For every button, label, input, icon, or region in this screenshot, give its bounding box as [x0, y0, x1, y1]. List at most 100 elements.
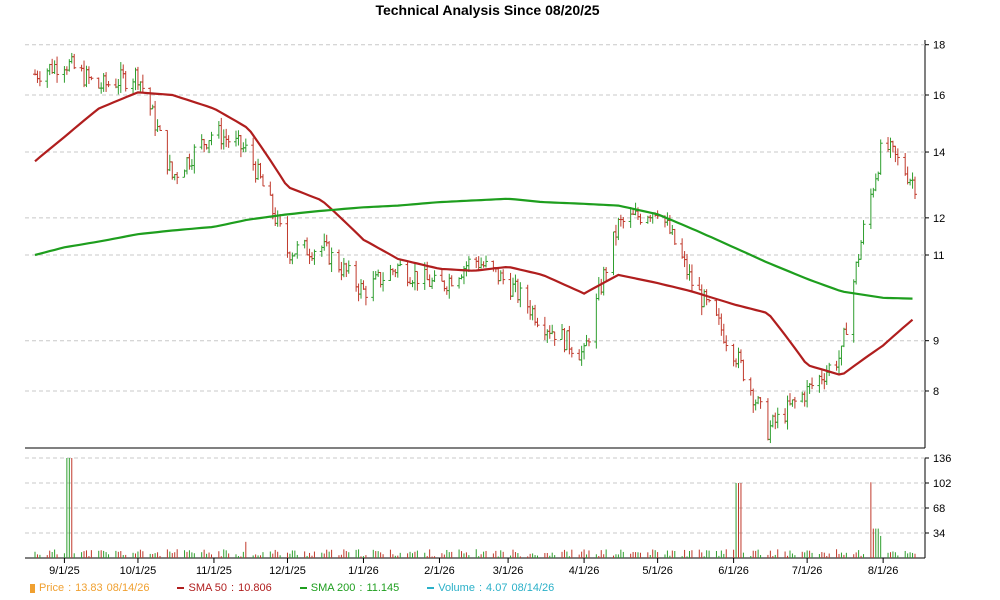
x-tick-label: 5/1/26 [642, 565, 673, 577]
price-bar [89, 76, 94, 81]
price-bar [618, 214, 623, 227]
price-bar [86, 66, 91, 84]
price-bar [55, 56, 60, 83]
price-bar [346, 260, 351, 274]
price-bar [62, 66, 67, 83]
price-bar [189, 159, 194, 170]
price-bar [638, 213, 643, 225]
price-bar [913, 176, 917, 199]
price-bar [716, 308, 721, 325]
price-bar [790, 399, 795, 407]
price-bar [175, 172, 180, 185]
x-tick-label: 8/1/26 [868, 565, 899, 577]
price-bar [547, 325, 552, 339]
price-bar [37, 71, 42, 87]
price-bar [199, 134, 204, 150]
price-bar [295, 241, 300, 259]
price-bar [687, 264, 692, 281]
price-bar [810, 377, 815, 390]
price-bar [118, 62, 123, 93]
price-bar [430, 277, 435, 289]
price-bar [339, 261, 344, 281]
volume-tick-label: 136 [933, 453, 951, 465]
legend-sma200-name: SMA 200 [310, 582, 356, 594]
price-bar [268, 181, 273, 196]
price-bar [854, 261, 859, 285]
price-bar [895, 148, 900, 166]
x-tick-label: 10/1/25 [120, 565, 157, 577]
price-bar [388, 264, 393, 281]
price-tick-label: 11 [933, 250, 944, 262]
price-bar [525, 284, 530, 314]
legend-item-sma200: SMA 200: 11.145 [299, 580, 399, 596]
price-bar [72, 53, 77, 70]
price-bar [184, 156, 189, 175]
legend-volume-date: 08/14/26 [511, 582, 555, 594]
price-tick-label: 18 [933, 40, 945, 52]
price-bar [148, 87, 153, 116]
price-bar [873, 173, 878, 192]
price-bar [106, 80, 111, 88]
price-bar [579, 345, 584, 366]
price-bar [221, 129, 226, 150]
price-bar [697, 277, 702, 291]
legend-item-volume: Volume: 4.07 08/14/26 [427, 580, 554, 596]
price-bar [474, 257, 479, 269]
price-tick-label: 16 [933, 90, 945, 102]
price-bar [258, 162, 263, 179]
sma200-line [34, 197, 913, 300]
legend-volume-name: Volume [438, 582, 475, 594]
price-tick-label: 9 [933, 336, 939, 348]
price-bar [219, 117, 224, 150]
x-tick-label: 6/1/26 [718, 565, 749, 577]
price-bar [518, 282, 523, 308]
price-bar [329, 247, 334, 273]
price-bar [253, 161, 258, 183]
price-bar [449, 275, 454, 287]
price-bar [611, 231, 616, 276]
price-bar [768, 420, 773, 444]
price-bar [714, 299, 719, 316]
legend-sma50-name: SMA 50 [188, 582, 228, 594]
volume-panel: 34 68 102 136 [25, 453, 951, 559]
price-bar [859, 240, 864, 260]
price-bar [226, 135, 231, 148]
price-bar [528, 300, 533, 320]
price-bar [871, 187, 876, 198]
price-bar [861, 220, 866, 245]
price-bar [432, 270, 437, 283]
price-bar [84, 65, 89, 88]
price-bar [577, 349, 582, 361]
price-bar [67, 59, 72, 72]
price-swatch [30, 583, 35, 593]
price-bar [363, 285, 368, 306]
price-bar [903, 153, 908, 176]
price-bar [96, 77, 101, 89]
price-bar [464, 261, 469, 277]
price-bar [888, 137, 893, 158]
price-bar [427, 274, 432, 287]
price-bar [481, 261, 486, 268]
price-bar [844, 322, 849, 335]
price-bar [202, 138, 207, 153]
price-bar [560, 323, 565, 340]
price-bar [479, 257, 484, 269]
price-bar [824, 365, 829, 385]
price-bar [491, 260, 496, 272]
price-bar [158, 125, 163, 131]
price-tick-label: 8 [933, 386, 939, 398]
price-bar [344, 262, 349, 277]
price-bar [689, 264, 694, 292]
x-axis: 9/1/25 10/1/25 11/1/25 12/1/25 1/1/26 2/1/26 3… [49, 558, 898, 577]
price-bar [376, 269, 381, 277]
price-bar [290, 252, 295, 265]
price-bar [736, 347, 741, 369]
price-bar [476, 256, 481, 272]
price-bar [116, 79, 121, 95]
volume-tick-label: 68 [933, 503, 945, 515]
legend-price-date: 08/14/26 [106, 582, 150, 594]
x-tick-label: 2/1/26 [424, 565, 455, 577]
price-bar [731, 343, 736, 367]
price-bar [567, 325, 572, 355]
x-tick-label: 3/1/26 [493, 565, 524, 577]
